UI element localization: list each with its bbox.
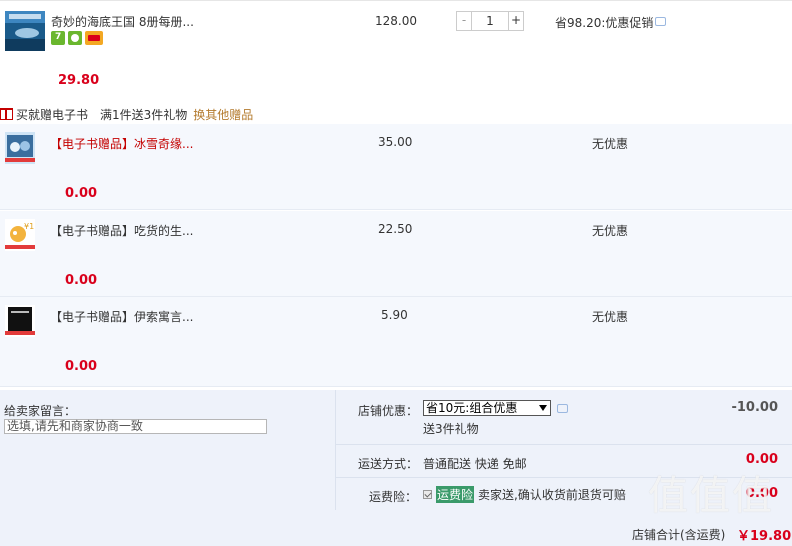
qty-increase-button[interactable]: + — [508, 11, 524, 31]
gift-promo: 无优惠 — [592, 137, 629, 151]
svg-text:¥1: ¥1 — [24, 222, 34, 231]
store-discount-select[interactable]: 省10元:组合优惠 — [423, 400, 551, 416]
gift-bar: 买就赠电子书 满1件送3件礼物 换其他赠品 — [0, 104, 792, 124]
store-discount-note: 送3件礼物 — [423, 422, 479, 436]
chat-icon[interactable] — [557, 404, 568, 413]
store-total-value: ￥19.80 — [737, 529, 792, 544]
qty-input[interactable]: 1 — [472, 11, 508, 31]
promo-text: 省98.20:优惠促销 — [555, 16, 654, 30]
gift-unit-price: 5.90 — [381, 308, 408, 322]
quantity-stepper[interactable]: - 1 + — [456, 11, 524, 31]
gift-unit-price: 35.00 — [378, 135, 413, 149]
seller-message-label: 给卖家留言： — [4, 404, 77, 418]
gift-item: 【电子书赠品】冰雪奇缘... 35.00 无优惠 0.00 — [0, 124, 792, 210]
shipping-method: 普通配送 快递 免邮 — [423, 457, 527, 471]
insurance-tag: 运费险 — [436, 486, 475, 503]
gift-subtotal: 0.00 — [65, 186, 98, 201]
watermark: 值值值 — [648, 473, 774, 519]
gift-subtotal: 0.00 — [65, 273, 98, 288]
seven-day-return-icon — [51, 31, 65, 45]
gift-title[interactable]: 【电子书赠品】冰雪奇缘... — [50, 135, 193, 152]
store-discount-value: -10.00 — [731, 400, 778, 415]
insurance-checkbox[interactable] — [423, 490, 432, 499]
gift-icon — [0, 108, 13, 120]
shipping-insurance: 运费险 卖家送,确认收货前退货可赔 — [423, 486, 626, 503]
seller-message-input[interactable]: 选填,请先和商家协商一致 — [4, 419, 267, 434]
store-total-label: 店铺合计(含运费) — [632, 528, 726, 542]
service-badges — [51, 31, 103, 45]
gift-item: 【电子书赠品】伊索寓言... 5.90 无优惠 0.00 — [0, 297, 792, 387]
gift-promo: 无优惠 — [592, 224, 629, 238]
gift-thumbnail[interactable] — [5, 305, 35, 337]
product-title[interactable]: 奇妙的海底王国 8册每册... — [51, 13, 194, 30]
cart-item-main: 奇妙的海底王国 8册每册... 128.00 - 1 + 省98.20:优惠促销… — [0, 0, 792, 98]
insurance-text: 卖家送,确认收货前退货可赔 — [478, 488, 626, 502]
store-discount-label: 店铺优惠： — [358, 404, 419, 418]
product-thumbnail[interactable] — [5, 11, 45, 51]
store-total-row: 店铺合计(含运费) ￥19.80 — [0, 522, 792, 546]
gift-bar-label: 买就赠电子书 — [16, 107, 89, 122]
gift-promo: 无优惠 — [592, 310, 629, 324]
gift-subtotal: 0.00 — [65, 359, 98, 374]
credit-card-icon — [85, 31, 103, 45]
qty-decrease-button[interactable]: - — [456, 11, 472, 31]
item-subtotal: 29.80 — [58, 73, 100, 88]
chat-icon[interactable] — [655, 17, 666, 26]
row-divider — [336, 444, 792, 445]
gift-thumbnail[interactable] — [5, 132, 35, 164]
shipping-label: 运送方式： — [358, 457, 419, 471]
guarantee-icon — [68, 31, 82, 45]
gift-thumbnail[interactable]: ¥1 — [5, 219, 35, 251]
dropdown-arrow-icon — [539, 405, 547, 411]
insurance-label: 运费险： — [369, 490, 418, 504]
gift-title[interactable]: 【电子书赠品】伊索寓言... — [50, 308, 193, 325]
unit-price: 128.00 — [375, 14, 417, 28]
change-gift-link[interactable]: 换其他赠品 — [193, 106, 253, 123]
gift-bar-rule: 满1件送3件礼物 — [100, 107, 188, 122]
gift-item: ¥1 【电子书赠品】吃货的生... 22.50 无优惠 0.00 — [0, 211, 792, 297]
gift-title[interactable]: 【电子书赠品】吃货的生... — [50, 222, 193, 239]
gift-unit-price: 22.50 — [378, 222, 413, 236]
